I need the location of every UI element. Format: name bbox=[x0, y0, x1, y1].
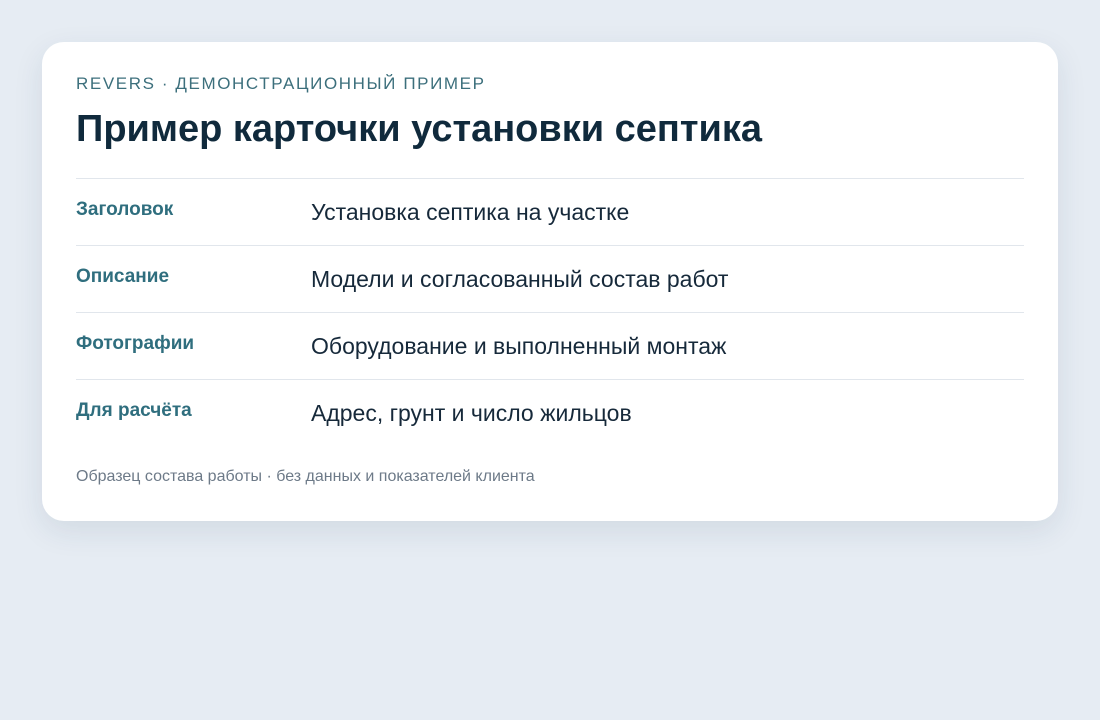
detail-row-value: Установка септика на участке bbox=[311, 199, 630, 225]
detail-row-value: Модели и согласованный состав работ bbox=[311, 266, 729, 292]
card-eyebrow: REVERS · ДЕМОНСТРАЦИОННЫЙ ПРИМЕР bbox=[76, 74, 486, 93]
detail-row-label: Заголовок bbox=[76, 199, 174, 220]
detail-row-photos: Фотографии Оборудование и выполненный мо… bbox=[76, 312, 1024, 379]
card-details: Заголовок Установка септика на участке О… bbox=[76, 178, 1024, 446]
detail-row-label: Фотографии bbox=[76, 333, 195, 354]
example-card: REVERS · ДЕМОНСТРАЦИОННЫЙ ПРИМЕР Пример … bbox=[42, 42, 1058, 521]
detail-row-label: Описание bbox=[76, 266, 170, 287]
detail-row-label: Для расчёта bbox=[76, 400, 192, 421]
detail-row-value: Адрес, грунт и число жильцов bbox=[311, 400, 632, 426]
card-title: Пример карточки установки септика bbox=[76, 108, 763, 150]
detail-row-value: Оборудование и выполненный монтаж bbox=[311, 333, 727, 359]
detail-row-description: Описание Модели и согласованный состав р… bbox=[76, 245, 1024, 312]
card-footnote: Образец состава работы · без данных и по… bbox=[76, 468, 535, 485]
detail-row-title: Заголовок Установка септика на участке bbox=[76, 178, 1024, 245]
detail-row-calculation: Для расчёта Адрес, грунт и число жильцов bbox=[76, 379, 1024, 446]
